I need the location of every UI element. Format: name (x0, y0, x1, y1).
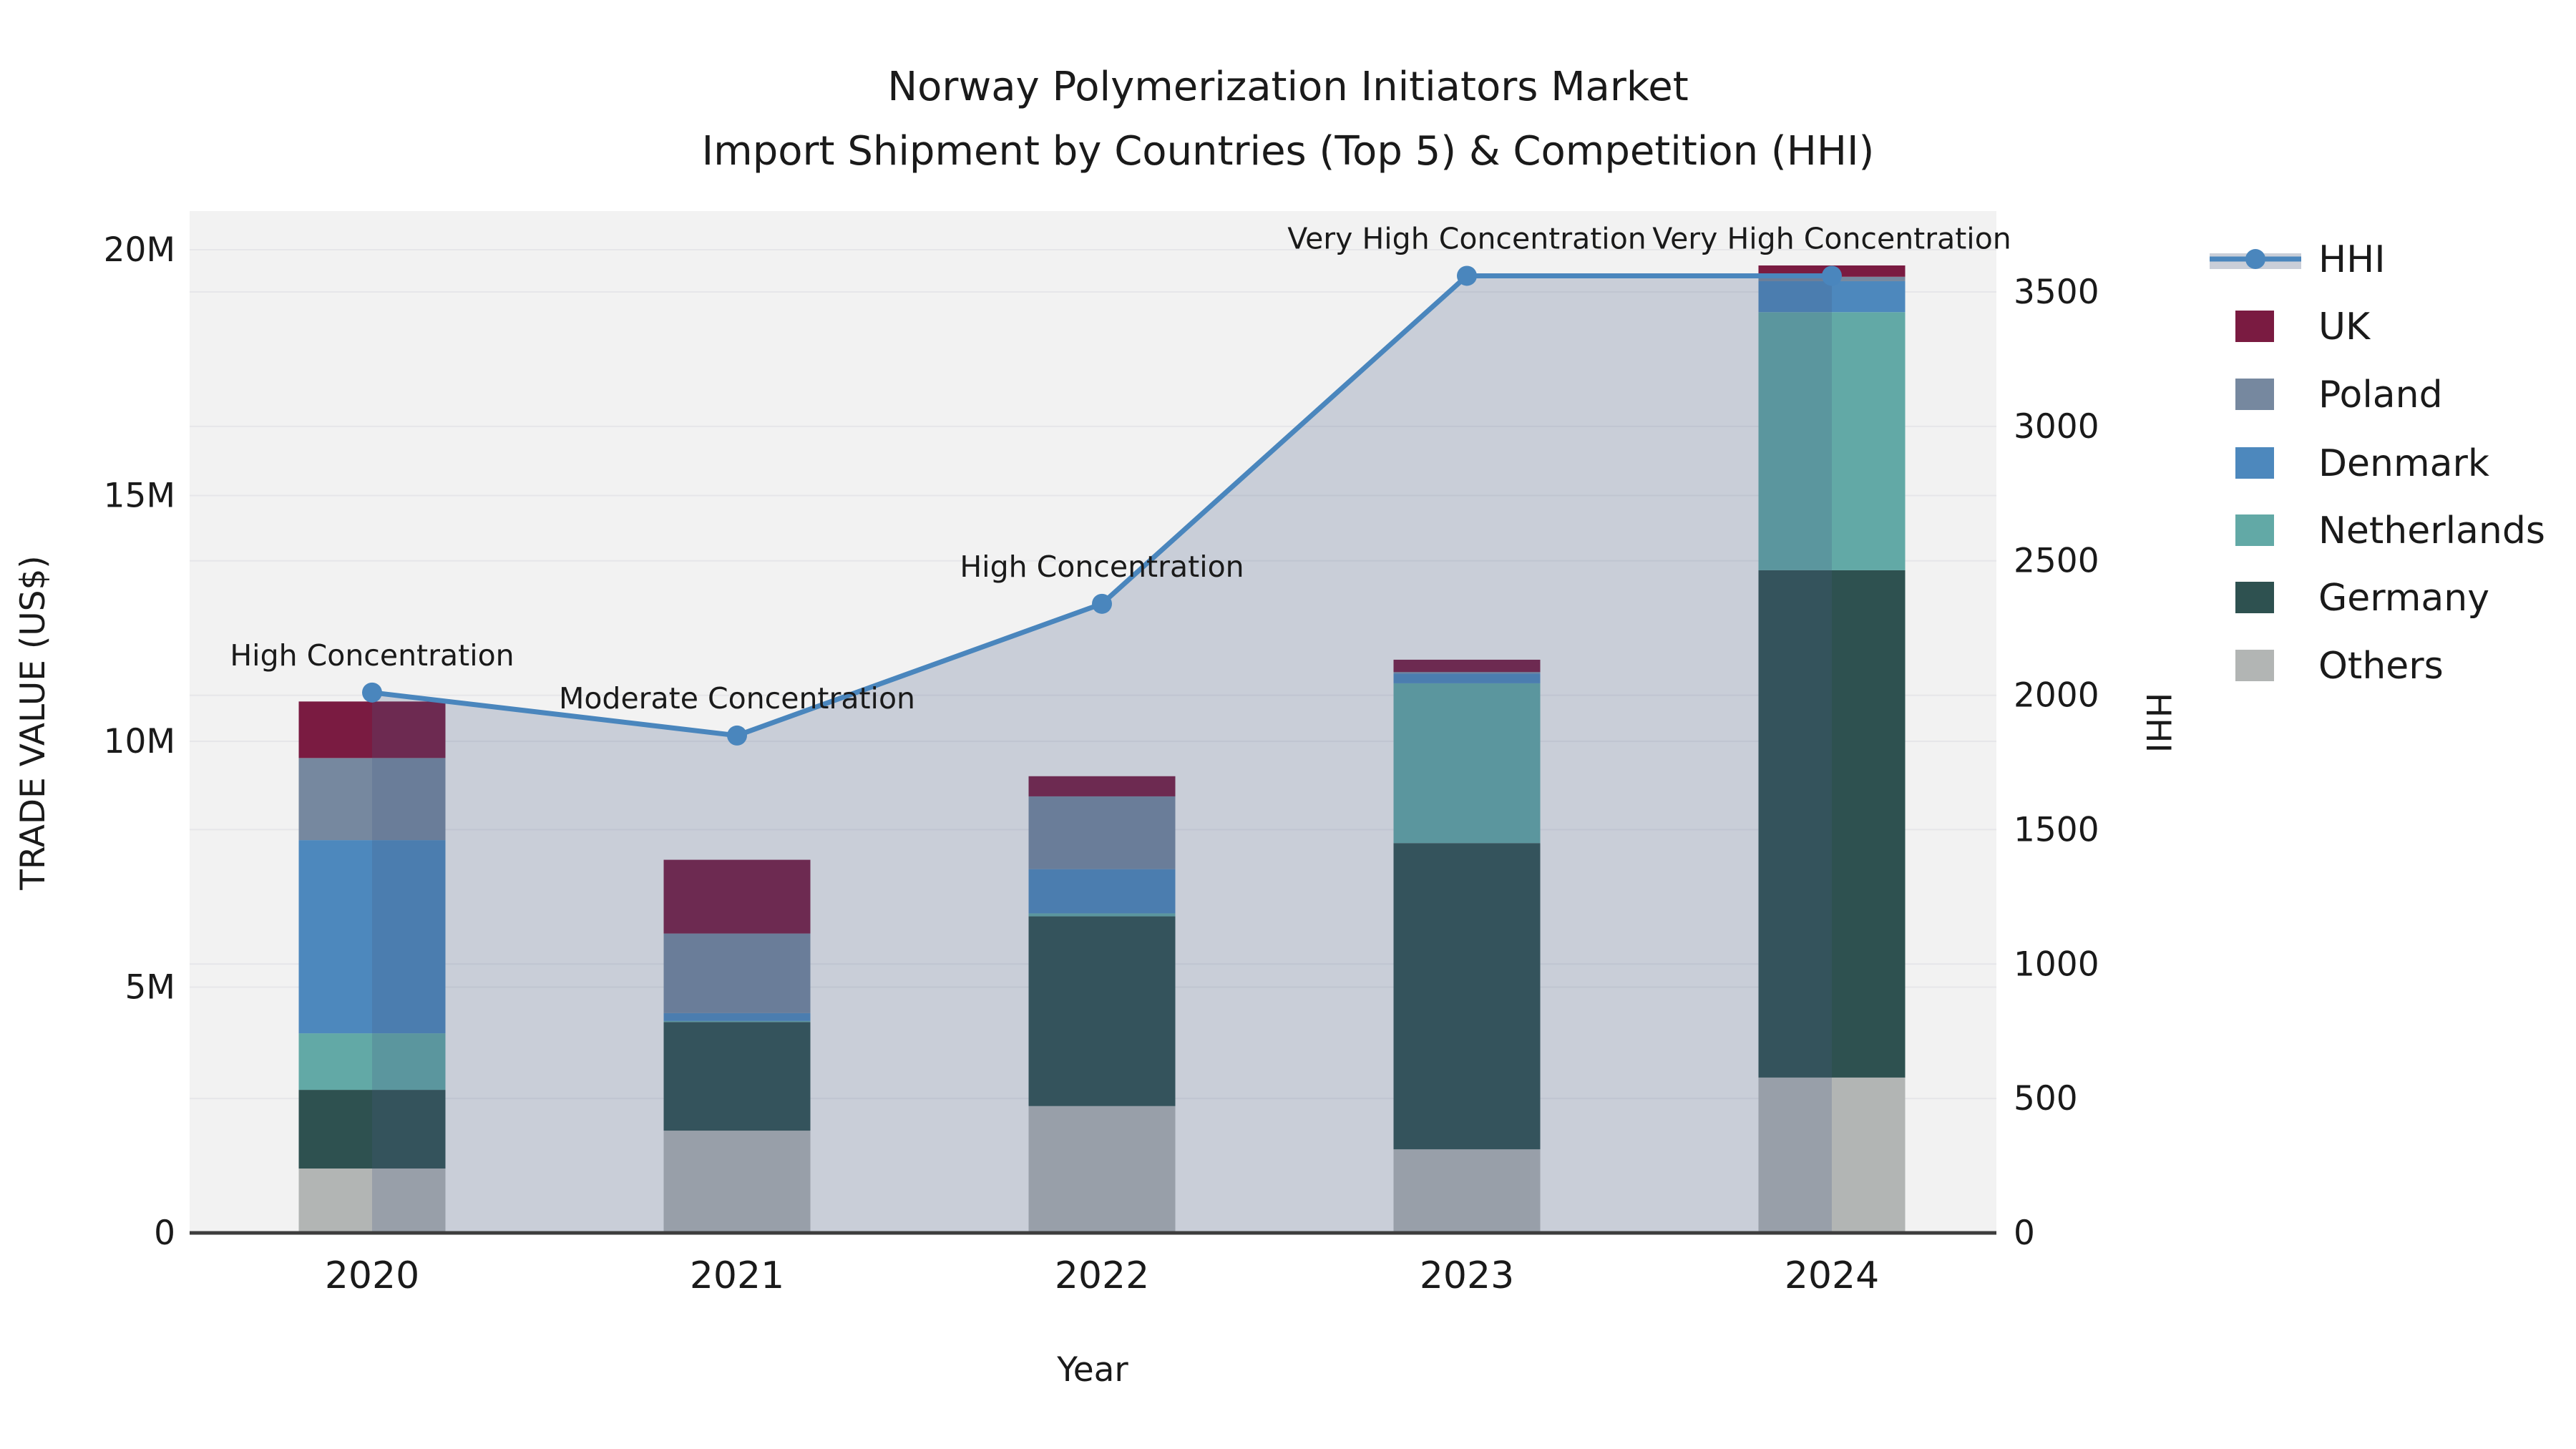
legend: HHI UK Poland Denmark Netherlands Germany Othe… (2210, 238, 2545, 688)
legend-swatch-poland (2235, 379, 2274, 410)
norway-initiators-chart: High Concentration Moderate Concentration… (14, 64, 2545, 1390)
tick-label-right-1000: 1000 (2014, 945, 2099, 984)
chart-title-line2: Import Shipment by Countries (Top 5) & C… (702, 128, 1875, 175)
annotation-2024: Very High Concentration (1652, 221, 2011, 255)
legend-swatch-others (2235, 650, 2274, 681)
y-left-axis-title: TRADE VALUE (US$) (14, 555, 53, 890)
tick-label-right-2000: 2000 (2014, 676, 2099, 716)
tick-label-right-3500: 3500 (2014, 273, 2099, 312)
legend-item-netherlands: Netherlands (2235, 509, 2545, 552)
hhi-marker-2023 (1457, 265, 1477, 286)
legend-item-others: Others (2235, 645, 2444, 688)
hhi-marker-2020 (362, 682, 382, 703)
y-right-axis-title: HHI (2138, 693, 2177, 753)
annotation-2020: High Concentration (230, 638, 514, 673)
annotation-2022: High Concentration (960, 550, 1244, 584)
chart-figure: High Concentration Moderate Concentration… (0, 0, 2576, 1449)
hhi-marker-2024 (1822, 265, 1842, 286)
tick-label-year-2020: 2020 (325, 1254, 419, 1297)
legend-item-uk: UK (2235, 306, 2371, 348)
tick-label-left-20M: 20M (104, 230, 175, 270)
tick-label-right-3000: 3000 (2014, 407, 2099, 447)
legend-swatch-denmark (2235, 447, 2274, 479)
legend-item-poland: Poland (2235, 374, 2443, 416)
hhi-marker-2021 (727, 725, 747, 746)
x-axis-title: Year (1056, 1350, 1128, 1390)
tick-label-right-1500: 1500 (2014, 810, 2099, 849)
legend-label-germany: Germany (2318, 577, 2489, 620)
annotation-2023: Very High Concentration (1287, 221, 1646, 255)
legend-label-netherlands: Netherlands (2318, 509, 2545, 552)
tick-label-right-500: 500 (2014, 1079, 2078, 1118)
tick-label-left-0: 0 (154, 1214, 175, 1253)
annotation-2021: Moderate Concentration (559, 681, 915, 716)
legend-item-germany: Germany (2235, 577, 2489, 620)
legend-label-uk: UK (2318, 306, 2371, 348)
chart-title-line1: Norway Polymerization Initiators Market (887, 64, 1688, 110)
tick-label-right-2500: 2500 (2014, 542, 2099, 581)
tick-label-year-2024: 2024 (1785, 1254, 1879, 1297)
legend-item-denmark: Denmark (2235, 442, 2489, 485)
legend-hhi-marker-sample (2245, 249, 2265, 269)
legend-label-hhi: HHI (2318, 238, 2386, 281)
tick-label-left-5M: 5M (125, 968, 175, 1008)
hhi-marker-2022 (1092, 593, 1112, 614)
legend-label-denmark: Denmark (2318, 442, 2489, 485)
tick-label-right-0: 0 (2014, 1214, 2035, 1253)
legend-label-others: Others (2318, 645, 2444, 688)
tick-label-left-10M: 10M (104, 722, 175, 761)
legend-label-poland: Poland (2318, 374, 2443, 416)
legend-swatch-uk (2235, 311, 2274, 342)
tick-label-year-2021: 2021 (690, 1254, 784, 1297)
tick-label-year-2022: 2022 (1055, 1254, 1149, 1297)
legend-swatch-netherlands (2235, 514, 2274, 546)
tick-label-year-2023: 2023 (1420, 1254, 1514, 1297)
legend-item-hhi: HHI (2210, 238, 2386, 281)
legend-swatch-germany (2235, 582, 2274, 613)
tick-label-left-15M: 15M (104, 477, 175, 516)
